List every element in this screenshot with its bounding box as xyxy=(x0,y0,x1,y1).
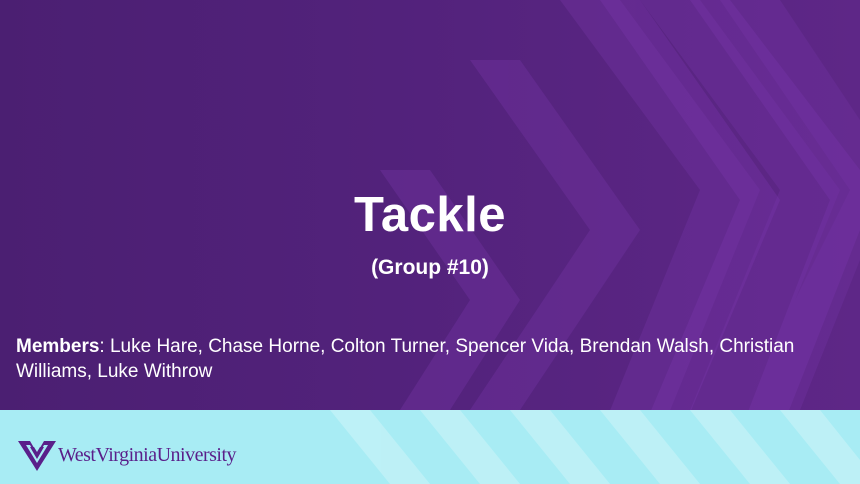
wvu-logo: WestVirginiaUniversity xyxy=(18,435,237,475)
slide-title: Tackle xyxy=(354,188,506,242)
footer-band: WestVirginiaUniversity xyxy=(0,410,860,484)
members-paragraph: Members: Luke Hare, Chase Horne, Colton … xyxy=(16,334,851,384)
members-list: : Luke Hare, Chase Horne, Colton Turner,… xyxy=(16,336,795,382)
members-label: Members xyxy=(16,336,100,357)
slide-subtitle: (Group #10) xyxy=(371,256,489,279)
wvu-wordmark: WestVirginiaUniversity xyxy=(58,444,237,466)
flying-wv-icon xyxy=(18,441,56,471)
title-slide: Tackle (Group #10) Members: Luke Hare, C… xyxy=(0,0,860,484)
